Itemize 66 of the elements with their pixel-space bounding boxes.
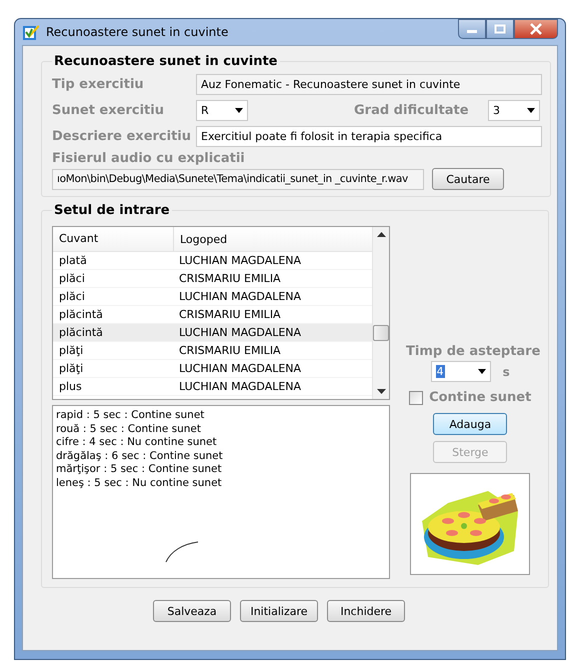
- entries-textbox[interactable]: rapid : 5 sec : Contine sunet rouă : 5 sec : Contine sunet cifre : 4 sec : Nu contine sunet drăgălaş : 6 sec : Contine sunet mărţişor : 5 sec : Contine sunet leneş : 5 sec : Nu contine sunet: [52, 405, 390, 579]
- list-row[interactable]: plăţi CRISMARIU EMILIA: [53, 342, 372, 360]
- table-cell-text: LUCHIAN MAGDALENA: [178, 362, 302, 375]
- table-cell-text: LUCHIAN MAGDALENA: [178, 254, 302, 267]
- wait-dropdown[interactable]: 4: [430, 361, 491, 382]
- audio-path-field[interactable]: ıoMon\bin\Debug\Media\Sunete\Tema\indicatii_sunet_in _cuvinte_r.wav: [52, 168, 424, 190]
- add-button[interactable]: Adauga: [433, 413, 508, 435]
- field-label: Grad dificultate: [354, 103, 470, 118]
- scroll-thumb[interactable]: [373, 325, 389, 341]
- list-row[interactable]: plăci CRISMARIU EMILIA: [53, 270, 372, 288]
- group-title: Recunoastere sunet in cuvinte: [53, 54, 278, 69]
- table-cell-text: plăci: [58, 272, 86, 285]
- unit-label: s: [502, 364, 510, 378]
- table-cell-text: plăcintă: [58, 308, 104, 321]
- browse-button[interactable]: Cautare: [432, 168, 504, 190]
- column-header[interactable]: Cuvant: [53, 227, 174, 251]
- entry-line: rouă : 5 sec : Contine sunet: [56, 422, 202, 436]
- minimize-button[interactable]: [458, 19, 486, 39]
- close-icon: [529, 23, 543, 35]
- dialog-button[interactable]: Inchidere: [327, 600, 405, 622]
- dialog-button[interactable]: Initializare: [240, 600, 318, 622]
- entry-line: cifre : 4 sec : Nu contine sunet: [56, 436, 218, 450]
- field-label: Tip exercitiu: [52, 77, 145, 92]
- window-title: Recunoastere sunet in cuvinte: [46, 25, 230, 39]
- list-row[interactable]: plus LUCHIAN MAGDALENA: [53, 378, 372, 396]
- table-cell-text: CRISMARIU EMILIA: [178, 344, 281, 357]
- difficulty-dropdown[interactable]: 3: [488, 100, 540, 121]
- app-icon: [22, 23, 40, 41]
- scroll-down-icon[interactable]: [376, 388, 386, 394]
- table-cell-text: plăcintă: [58, 326, 104, 339]
- table-cell-text: LUCHIAN MAGDALENA: [178, 326, 302, 339]
- close-button[interactable]: [514, 19, 558, 39]
- column-header[interactable]: Logoped: [174, 232, 228, 246]
- list-row[interactable]: plăci LUCHIAN MAGDALENA: [53, 288, 372, 306]
- table-cell-text: plăţi: [58, 362, 84, 375]
- field-label: Sunet exercitiu: [52, 103, 165, 118]
- contains-sound-checkbox[interactable]: [409, 390, 424, 404]
- description-field[interactable]: Exercitiul poate fi folosit in terapia specifica: [196, 126, 542, 147]
- table-cell-text: plăci: [58, 290, 86, 303]
- table-cell-text: LUCHIAN MAGDALENA: [178, 380, 302, 393]
- field-label: Timp de asteptare: [406, 344, 540, 359]
- group-title: Setul de intrare: [53, 203, 171, 218]
- dialog-button[interactable]: Salveaza: [153, 600, 231, 622]
- table-cell-text: plată: [58, 254, 88, 267]
- maximize-button[interactable]: [486, 19, 514, 39]
- scrollbar[interactable]: [372, 227, 389, 399]
- pen-stroke: [165, 541, 199, 563]
- field-label: Fisierul audio cu explicatii: [52, 151, 246, 166]
- exercise-type-field[interactable]: Auz Fonematic - Recunoastere sunet in cuvinte: [196, 74, 542, 95]
- field-label: Descriere exercitiu: [52, 129, 192, 144]
- scroll-up-icon[interactable]: [376, 232, 386, 238]
- list-row[interactable]: plăţi LUCHIAN MAGDALENA: [53, 360, 372, 378]
- table-cell-text: plăţi: [58, 344, 84, 357]
- entry-line: mărţişor : 5 sec : Contine sunet: [56, 463, 223, 476]
- sound-dropdown[interactable]: R: [196, 100, 248, 121]
- entry-line: leneş : 5 sec : Nu contine sunet: [56, 476, 223, 490]
- table-cell-text: CRISMARIU EMILIA: [178, 308, 281, 321]
- table-cell-text: LUCHIAN MAGDALENA: [178, 290, 302, 303]
- maximize-icon: [494, 24, 506, 34]
- checkbox-label: Contine sunet: [429, 390, 532, 405]
- table-cell-text: plus: [58, 380, 83, 393]
- list-row[interactable]: plăcintă LUCHIAN MAGDALENA: [53, 324, 372, 342]
- entry-line: rapid : 5 sec : Contine sunet: [56, 409, 206, 422]
- table-cell-text: CRISMARIU EMILIA: [178, 272, 281, 285]
- entry-line: drăgălaş : 6 sec : Contine sunet: [56, 450, 224, 463]
- list-row[interactable]: plată LUCHIAN MAGDALENA: [53, 252, 372, 270]
